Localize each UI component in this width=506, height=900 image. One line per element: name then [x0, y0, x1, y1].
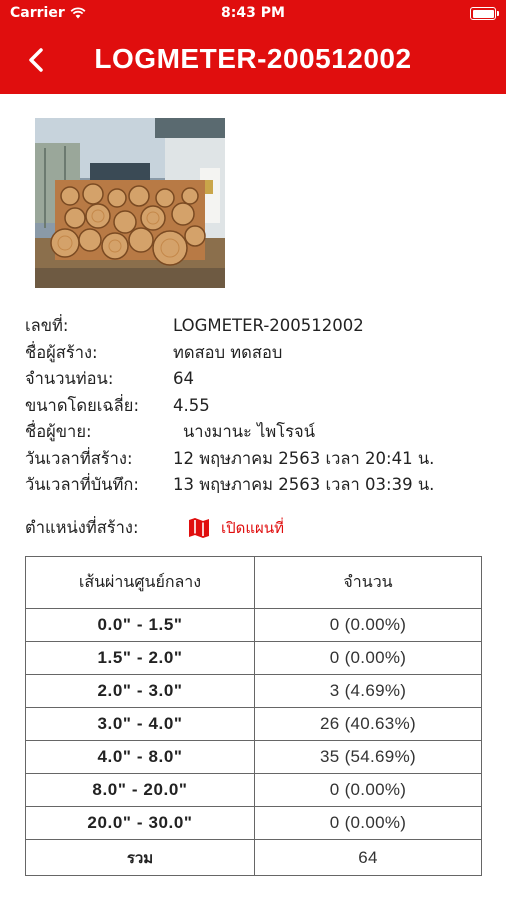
diameter-count: 26 (40.63%) [254, 707, 482, 741]
creator-label: ชื่อผู้สร้าง: [25, 342, 98, 362]
log-pile-image [35, 118, 225, 288]
header-diameter: เส้นผ่านศูนย์กลาง [25, 556, 255, 609]
diameter-count: 0 (0.00%) [254, 608, 482, 642]
doc-number-row: เลขที่: LOGMETER-200512002 [25, 314, 495, 341]
diameter-range: 20.0" - 30.0" [25, 806, 255, 840]
saved-at-label: วันเวลาที่บันทึก: [25, 475, 139, 494]
total-label: รวม [25, 839, 255, 876]
diameter-range: 1.5" - 2.0" [25, 641, 255, 675]
creator-row: ชื่อผู้สร้าง: ทดสอบ ทดสอบ [25, 341, 495, 368]
location-row: ตำแหน่งที่สร้าง: เปิดแผนที่ [25, 516, 495, 542]
created-at-label: วันเวลาที่สร้าง: [25, 448, 133, 468]
open-map-link[interactable]: เปิดแผนที่ [187, 516, 284, 540]
log-count-row: จำนวนท่อน: 64 [25, 367, 495, 394]
log-info: เลขที่: LOGMETER-200512002 ชื่อผู้สร้าง:… [25, 314, 495, 500]
table-row: 2.0" - 3.0" 3 (4.69%) [25, 674, 482, 708]
doc-number-value: LOGMETER-200512002 [173, 316, 364, 335]
header-count: จำนวน [254, 556, 482, 609]
log-pile-photo[interactable] [35, 118, 225, 288]
created-at-value: 12 พฤษภาคม 2563 เวลา 20:41 น. [173, 448, 435, 468]
doc-number-label: เลขที่: [25, 316, 69, 335]
seller-value: นางมานะ ไพโรจน์ [183, 422, 315, 441]
creator-value: ทดสอบ ทดสอบ [173, 342, 283, 362]
clock: 8:43 PM [221, 5, 285, 21]
saved-at-value: 13 พฤษภาคม 2563 เวลา 03:39 น. [173, 475, 435, 494]
diameter-range: 3.0" - 4.0" [25, 707, 255, 741]
diameter-count: 35 (54.69%) [254, 740, 482, 774]
battery-icon [470, 7, 499, 20]
avg-size-label: ขนาดโดยเฉลี่ย: [25, 395, 140, 415]
diameter-range: 4.0" - 8.0" [25, 740, 255, 774]
seller-row: ชื่อผู้ขาย: นางมานะ ไพโรจน์ [25, 420, 495, 447]
map-icon [189, 518, 209, 538]
avg-size-value: 4.55 [173, 395, 210, 415]
diameter-range: 8.0" - 20.0" [25, 773, 255, 807]
created-at-row: วันเวลาที่สร้าง: 12 พฤษภาคม 2563 เวลา 20… [25, 447, 495, 474]
page-title: LOGMETER-200512002 [94, 43, 412, 74]
location-label: ตำแหน่งที่สร้าง: [25, 518, 139, 537]
table-row: 8.0" - 20.0" 0 (0.00%) [25, 773, 482, 807]
diameter-count: 3 (4.69%) [254, 674, 482, 708]
table-row: 20.0" - 30.0" 0 (0.00%) [25, 806, 482, 840]
total-value: 64 [254, 839, 482, 876]
avg-size-row: ขนาดโดยเฉลี่ย: 4.55 [25, 394, 495, 421]
diameter-count: 0 (0.00%) [254, 806, 482, 840]
diameter-count: 0 (0.00%) [254, 641, 482, 675]
diameter-table: เส้นผ่านศูนย์กลาง จำนวน 0.0" - 1.5" 0 (0… [25, 556, 482, 876]
table-row: 0.0" - 1.5" 0 (0.00%) [25, 608, 482, 642]
status-bar: Carrier 8:43 PM [0, 0, 506, 28]
table-total-row: รวม 64 [25, 839, 482, 876]
diameter-range: 0.0" - 1.5" [25, 608, 255, 642]
table-header-row: เส้นผ่านศูนย์กลาง จำนวน [25, 556, 482, 609]
diameter-range: 2.0" - 3.0" [25, 674, 255, 708]
diameter-count: 0 (0.00%) [254, 773, 482, 807]
log-count-value: 64 [173, 369, 194, 388]
log-count-label: จำนวนท่อน: [25, 369, 114, 388]
saved-at-row: วันเวลาที่บันทึก: 13 พฤษภาคม 2563 เวลา 0… [25, 473, 495, 500]
table-row: 1.5" - 2.0" 0 (0.00%) [25, 641, 482, 675]
table-row: 3.0" - 4.0" 26 (40.63%) [25, 707, 482, 741]
seller-label: ชื่อผู้ขาย: [25, 422, 92, 441]
open-map-label: เปิดแผนที่ [221, 519, 284, 537]
table-row: 4.0" - 8.0" 35 (54.69%) [25, 740, 482, 774]
navigation-bar: LOGMETER-200512002 [0, 28, 506, 94]
